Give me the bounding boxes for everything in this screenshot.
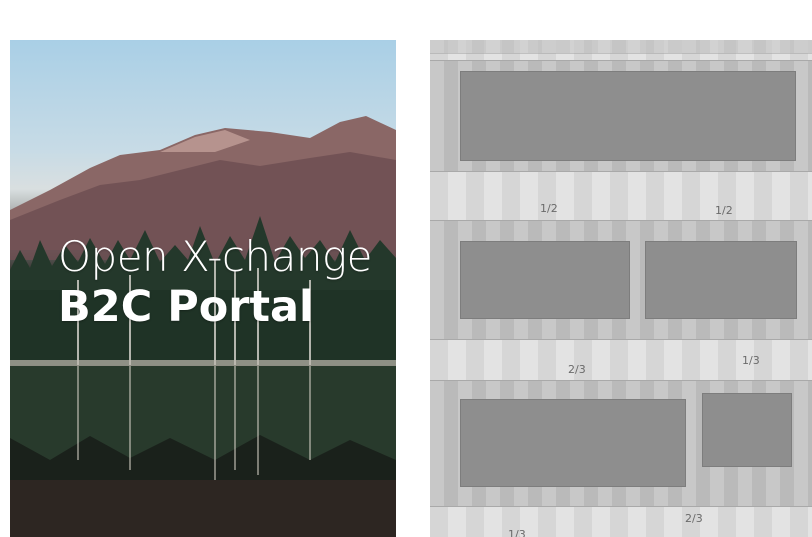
grid-block-two-thirds (460, 399, 686, 487)
column-label: 1/3 (508, 528, 526, 537)
grid-row-halves (430, 220, 812, 340)
column-label: 2/3 (685, 512, 703, 525)
hero-title: Open X-change (58, 232, 372, 281)
grid-layout-image[interactable]: 1/2 1/2 2/3 1/3 1/3 2/3 (430, 40, 812, 537)
column-label: 1/3 (742, 354, 760, 367)
grid-block-full (460, 71, 796, 161)
grid-block-half-left (460, 241, 630, 319)
hero-subtitle: B2C Portal (58, 282, 314, 332)
grid-block-half-right (645, 241, 797, 319)
grid-row-full-top (430, 40, 812, 54)
column-label: 1/2 (540, 202, 558, 215)
grid-block-one-third (702, 393, 792, 467)
grid-row-full (430, 60, 812, 172)
column-label: 2/3 (568, 363, 586, 376)
hero-image-card[interactable]: Open X-change B2C Portal (10, 40, 396, 537)
column-label: 1/2 (715, 204, 733, 217)
grid-row-thirds (430, 380, 812, 507)
